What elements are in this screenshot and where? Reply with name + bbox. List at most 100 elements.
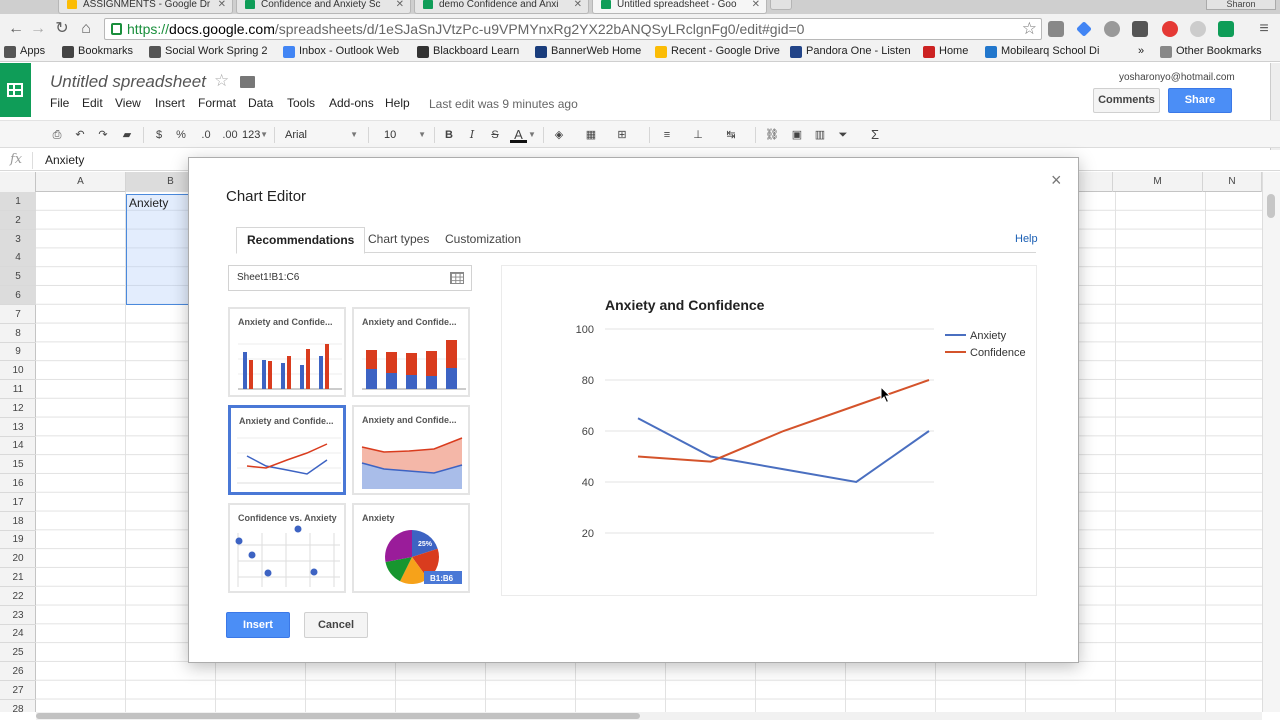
column-header-a[interactable]: A	[36, 172, 126, 192]
browser-tab-untitled[interactable]: Untitled spreadsheet - Goo ✕	[592, 0, 767, 14]
align-horizontal-icon[interactable]: ≡	[659, 126, 675, 144]
filter-icon[interactable]: ⏷	[834, 126, 852, 144]
menu-addons[interactable]: Add-ons	[329, 96, 374, 110]
data-range-input[interactable]: Sheet1!B1:C6	[228, 265, 472, 291]
decrease-decimal-button[interactable]: .0	[196, 126, 216, 144]
formula-input[interactable]: Anxiety	[45, 153, 84, 167]
menu-file[interactable]: File	[50, 96, 69, 110]
bookmarks-overflow-chevron[interactable]: »	[1138, 45, 1144, 57]
row-header-14[interactable]: 14	[0, 436, 36, 456]
thumbnail-area-chart[interactable]: Anxiety and Confide...	[352, 405, 470, 495]
currency-format-button[interactable]: $	[151, 126, 167, 144]
select-all-corner[interactable]	[0, 172, 36, 192]
bookmark-pandora[interactable]: Pandora One - Listen	[790, 45, 911, 58]
bold-button[interactable]: B	[442, 126, 456, 144]
menu-format[interactable]: Format	[198, 96, 236, 110]
row-header-11[interactable]: 11	[0, 380, 36, 399]
forward-arrow-icon[interactable]: →	[28, 19, 48, 39]
text-wrap-icon[interactable]: ↹	[722, 126, 740, 144]
horizontal-scroll-thumb[interactable]	[36, 713, 640, 719]
thumbnail-stacked-column-chart[interactable]: Anxiety and Confide...	[352, 307, 470, 397]
star-icon[interactable]: ☆	[214, 71, 229, 91]
column-header-m[interactable]: M	[1113, 172, 1203, 192]
bookmark-mobilearq[interactable]: Mobilearq School Di	[985, 45, 1099, 58]
vertical-scrollbar[interactable]	[1262, 172, 1280, 712]
profile-button[interactable]: Sharon	[1206, 0, 1276, 10]
row-header-2[interactable]: 2	[0, 210, 36, 230]
row-header-3[interactable]: 3	[0, 229, 36, 249]
extension-diamond-icon[interactable]	[1076, 21, 1092, 37]
row-header-5[interactable]: 5	[0, 267, 36, 287]
chrome-menu-icon[interactable]: ≡	[1254, 19, 1274, 39]
extension-evernote-icon[interactable]	[1132, 21, 1148, 37]
horizontal-scrollbar[interactable]	[36, 712, 1262, 720]
row-header-28[interactable]: 28	[0, 700, 36, 712]
extension-s-icon[interactable]	[1190, 21, 1206, 37]
menu-insert[interactable]: Insert	[155, 96, 185, 110]
menu-view[interactable]: View	[115, 96, 141, 110]
new-tab-button[interactable]	[770, 0, 792, 10]
last-edit-status[interactable]: Last edit was 9 minutes ago	[429, 97, 578, 111]
cell-b1[interactable]: Anxiety	[129, 196, 168, 210]
row-header-10[interactable]: 10	[0, 361, 36, 381]
row-header-6[interactable]: 6	[0, 286, 36, 305]
extension-gear-icon[interactable]	[1104, 21, 1120, 37]
more-formats-dropdown[interactable]: 123 ▼	[242, 126, 268, 144]
strikethrough-button[interactable]: S	[488, 126, 502, 144]
share-button[interactable]: Share	[1168, 88, 1232, 113]
menu-data[interactable]: Data	[248, 96, 273, 110]
row-header-25[interactable]: 25	[0, 643, 36, 663]
insert-chart-icon[interactable]: ▥	[811, 126, 829, 144]
bookmark-star-icon[interactable]: ☆	[1022, 19, 1037, 39]
home-icon[interactable]: ⌂	[76, 19, 96, 39]
close-tab-icon[interactable]: ✕	[574, 0, 582, 10]
print-icon[interactable]: ⎙	[48, 126, 66, 144]
undo-icon[interactable]: ↶	[71, 126, 89, 144]
help-link[interactable]: Help	[1015, 233, 1038, 245]
row-header-23[interactable]: 23	[0, 606, 36, 625]
menu-edit[interactable]: Edit	[82, 96, 103, 110]
close-tab-icon[interactable]: ✕	[752, 0, 760, 10]
drive-icon[interactable]	[1218, 21, 1234, 37]
align-vertical-icon[interactable]: ⊥	[690, 126, 706, 144]
row-header-21[interactable]: 21	[0, 568, 36, 587]
thumbnail-scatter-chart[interactable]: Confidence vs. Anxiety	[228, 503, 346, 593]
row-header-1[interactable]: 1	[0, 192, 36, 211]
cancel-button[interactable]: Cancel	[304, 612, 368, 638]
thumbnail-line-chart[interactable]: Anxiety and Confide...	[228, 405, 346, 495]
select-range-grid-icon[interactable]	[450, 272, 464, 284]
row-header-19[interactable]: 19	[0, 530, 36, 550]
bookmark-home[interactable]: Home	[923, 45, 968, 58]
browser-tab-demo[interactable]: demo Confidence and Anxi ✕	[414, 0, 589, 14]
opera-icon[interactable]	[1162, 21, 1178, 37]
merge-cells-icon[interactable]: ⊞	[613, 126, 631, 144]
row-header-9[interactable]: 9	[0, 342, 36, 362]
browser-tab-assignments[interactable]: ASSIGNMENTS - Google Dr ✕	[58, 0, 233, 14]
row-header-27[interactable]: 27	[0, 681, 36, 700]
row-header-13[interactable]: 13	[0, 418, 36, 437]
row-header-8[interactable]: 8	[0, 324, 36, 343]
back-arrow-icon[interactable]: ←	[6, 19, 26, 39]
bookmark-outlook[interactable]: Inbox - Outlook Web	[283, 45, 399, 58]
tab-chart-types[interactable]: Chart types	[358, 227, 439, 254]
close-tab-icon[interactable]: ✕	[218, 0, 226, 10]
row-header-7[interactable]: 7	[0, 305, 36, 324]
close-tab-icon[interactable]: ✕	[396, 0, 404, 10]
row-header-4[interactable]: 4	[0, 248, 36, 268]
document-title[interactable]: Untitled spreadsheet	[50, 72, 206, 92]
font-size-dropdown[interactable]: 10 ▼	[384, 126, 426, 144]
chevron-down-icon[interactable]: ▼	[528, 126, 536, 144]
row-header-12[interactable]: 12	[0, 399, 36, 418]
increase-decimal-button[interactable]: .00	[219, 126, 241, 144]
browser-tab-confidence-anxiety[interactable]: Confidence and Anxiety Sc ✕	[236, 0, 411, 14]
bookmark-bannerweb[interactable]: BannerWeb Home	[535, 45, 641, 58]
column-header-n[interactable]: N	[1203, 172, 1262, 192]
borders-icon[interactable]: ▦	[583, 126, 599, 144]
user-account[interactable]: yosharonyo@hotmail.com	[1119, 72, 1235, 83]
fill-color-icon[interactable]: ◈	[551, 126, 567, 144]
menu-help[interactable]: Help	[385, 96, 410, 110]
bookmark-apps[interactable]: Apps	[4, 45, 45, 58]
comments-button[interactable]: Comments	[1093, 88, 1160, 113]
row-header-22[interactable]: 22	[0, 587, 36, 606]
cast-icon[interactable]	[1048, 21, 1064, 37]
